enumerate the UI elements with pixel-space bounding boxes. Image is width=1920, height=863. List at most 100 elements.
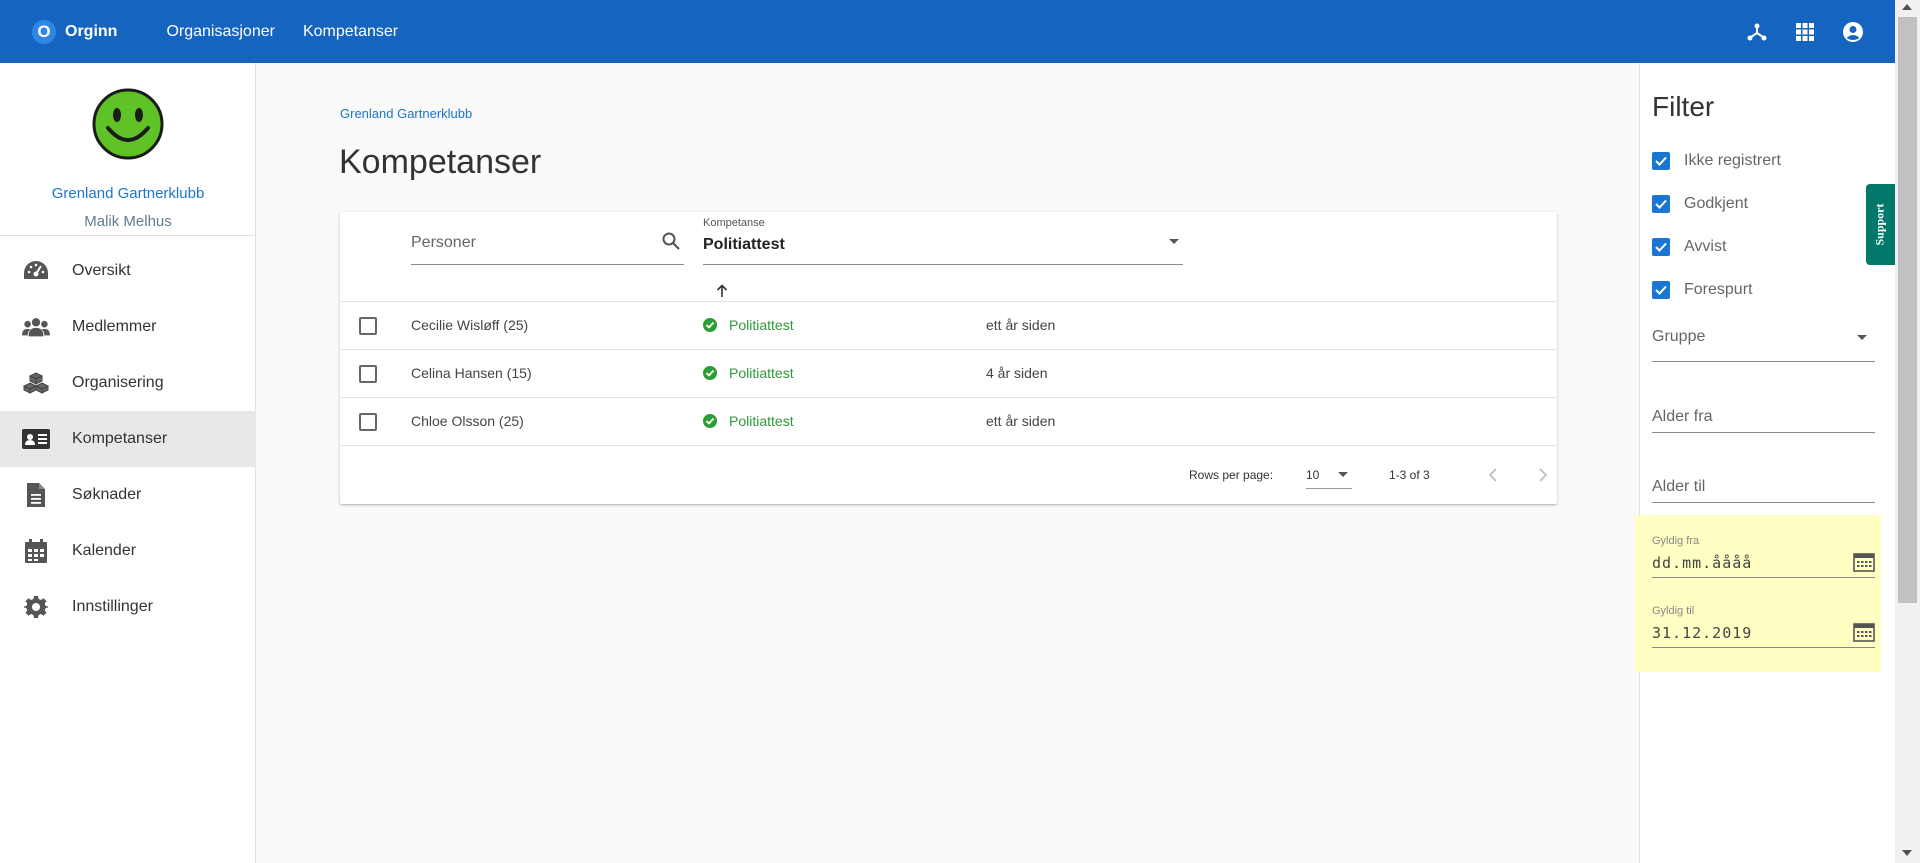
filter-avvist[interactable]: Avvist [1652,238,1726,256]
alder-til-label: Alder til [1652,478,1706,495]
next-page-button[interactable] [1531,463,1555,487]
calendar-icon[interactable] [1853,552,1875,574]
chevron-down-icon [1169,239,1179,244]
table-row[interactable]: Cecilie Wisløff (25) Politiattest ett år… [340,301,1557,349]
select-value: Politiattest [703,236,785,253]
time-ago: ett år siden [986,317,1056,333]
search-icon[interactable] [662,232,682,252]
app-name: Orginn [65,22,118,40]
filter-forespurt[interactable]: Forespurt [1652,281,1752,299]
table-row[interactable]: Celina Hansen (15) Politiattest 4 år sid… [340,349,1557,397]
status-label: Politiattest [729,365,794,381]
app-logo[interactable]: O Orginn [32,19,118,44]
filter-title: Filter [1652,91,1715,122]
sidebar-item-medlemmer[interactable]: Medlemmer [0,299,256,355]
calendar-icon [22,537,50,565]
sidebar-item-kalender[interactable]: Kalender [0,523,256,579]
sidebar-item-oversikt[interactable]: Oversikt [0,243,256,299]
sort-arrow-up-icon[interactable] [715,284,729,298]
rows-per-page-label: Rows per page: [1189,468,1274,482]
nav-kompetanser[interactable]: Kompetanser [303,23,398,41]
check-circle-icon [703,414,717,428]
rows-per-page-select[interactable]: 10 [1306,461,1352,489]
gyldig-fra-label: Gyldig fra [1652,535,1700,547]
divider [0,235,256,236]
row-checkbox[interactable] [359,413,377,431]
row-checkbox[interactable] [359,365,377,383]
user-name: Malik Melhus [84,213,172,230]
status-label: Politiattest [729,317,794,333]
dashboard-gauge-icon [22,257,50,285]
filter-panel: Filter Ikke registrert Godkjent Avvist F… [1635,63,1895,863]
time-ago: 4 år siden [986,365,1048,381]
page-range: 1-3 of 3 [1389,468,1430,482]
gyldig-til-input[interactable]: 31.12.2019 [1652,624,1752,642]
filter-ikke-registrert[interactable]: Ikke registrert [1652,152,1781,170]
alder-fra-label: Alder fra [1652,408,1713,425]
alder-fra-field[interactable]: Alder fra [1652,405,1875,433]
gyldig-til-field[interactable]: Gyldig til 31.12.2019 [1652,605,1875,648]
person-name: Cecilie Wisløff (25) [411,317,529,333]
page-scrollbar[interactable] [1895,0,1920,863]
checkbox-label: Ikke registrert [1684,152,1781,169]
table-pagination: Rows per page: 10 1-3 of 3 [340,445,1557,504]
sidebar-item-label: Organisering [72,374,164,391]
checkbox-checked-icon [1652,281,1670,299]
table-row[interactable]: Chloe Olsson (25) Politiattest ett år si… [340,397,1557,445]
checkbox-checked-icon [1652,152,1670,170]
row-checkbox[interactable] [359,317,377,335]
status-cell: Politiattest [703,413,794,429]
sidebar-item-soknader[interactable]: Søknader [0,467,256,523]
sidebar-item-kompetanser[interactable]: Kompetanser [0,411,256,467]
gyldig-til-label: Gyldig til [1652,605,1695,617]
nav-organisasjoner[interactable]: Organisasjoner [166,23,275,41]
document-icon [22,481,50,509]
status-label: Politiattest [729,413,794,429]
apps-grid-icon[interactable] [1793,20,1817,44]
gruppe-label: Gruppe [1652,328,1706,345]
main-content: Grenland Gartnerklubb Kompetanser Kompet… [256,63,1639,863]
time-ago: ett år siden [986,413,1056,429]
gyldig-fra-input[interactable]: dd.mm.åååå [1652,554,1752,572]
previous-page-button[interactable] [1481,463,1505,487]
hierarchy-icon[interactable] [1745,20,1769,44]
sidebar-item-organisering[interactable]: Organisering [0,355,256,411]
person-name: Celina Hansen (15) [411,365,532,381]
scroll-down-arrow-icon[interactable] [1902,850,1912,856]
sidebar-item-label: Oversikt [72,262,131,279]
avatar [92,88,164,160]
sidebar: Grenland Gartnerklubb Malik Melhus Overs… [0,63,256,863]
kompetanse-select[interactable]: Kompetanse Politiattest [703,215,1183,265]
search-field [411,226,684,265]
support-button[interactable]: Support [1866,184,1895,265]
chevron-down-icon [1857,335,1867,340]
filter-godkjent[interactable]: Godkjent [1652,195,1748,213]
checkbox-label: Godkjent [1684,195,1749,212]
sidebar-menu: Oversikt Medlemmer Organisering Kompetan… [0,243,256,635]
status-cell: Politiattest [703,317,794,333]
person-name: Chloe Olsson (25) [411,413,524,429]
gruppe-select[interactable]: Gruppe [1652,325,1875,362]
top-app-bar: O Orginn Organisasjoner Kompetanser [0,0,1895,63]
organization-name[interactable]: Grenland Gartnerklubb [0,185,256,202]
sidebar-item-label: Søknader [72,486,142,503]
checkbox-checked-icon [1652,238,1670,256]
alder-til-field[interactable]: Alder til [1652,475,1875,503]
calendar-icon[interactable] [1853,622,1875,644]
search-input[interactable] [411,230,651,256]
scrollbar-thumb[interactable] [1898,17,1917,603]
sidebar-item-innstillinger[interactable]: Innstillinger [0,579,256,635]
account-circle-icon[interactable] [1841,20,1865,44]
gyldig-fra-field[interactable]: Gyldig fra dd.mm.åååå [1652,535,1875,578]
check-circle-icon [703,366,717,380]
check-circle-icon [703,318,717,332]
support-label: Support [1873,203,1887,246]
scroll-up-arrow-icon[interactable] [1902,4,1912,10]
cubes-icon [22,369,50,397]
people-icon [22,313,50,341]
breadcrumb[interactable]: Grenland Gartnerklubb [340,106,472,121]
select-label: Kompetanse [703,217,765,229]
table-body: Cecilie Wisløff (25) Politiattest ett år… [340,301,1557,445]
sidebar-item-label: Kalender [72,542,137,559]
sidebar-item-label: Innstillinger [72,598,153,615]
